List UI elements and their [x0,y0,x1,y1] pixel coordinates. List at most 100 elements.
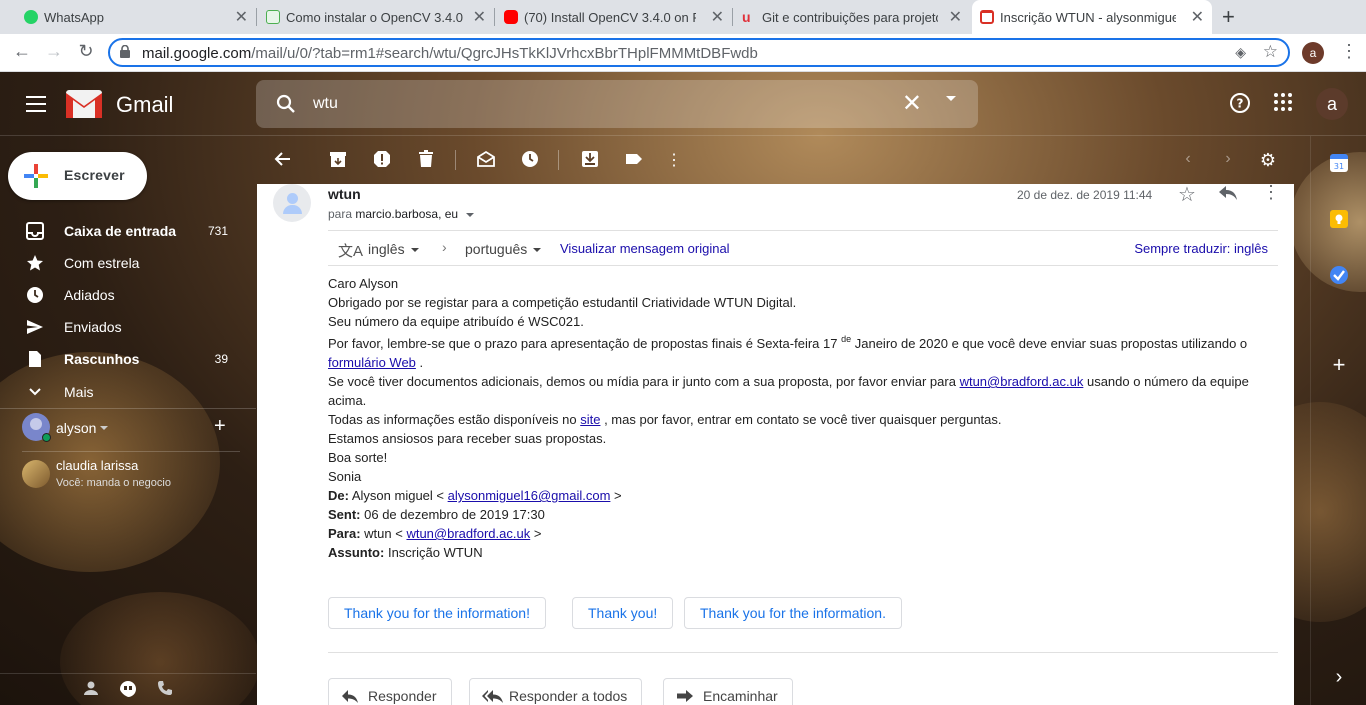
sidebar-item-starred[interactable]: Com estrela [0,247,240,279]
star-icon [27,255,43,271]
target-language-select[interactable]: português [465,241,542,257]
back-to-search-icon[interactable] [273,150,293,173]
star-toggle-icon[interactable]: ☆ [1178,184,1196,207]
close-icon[interactable]: ✕ [473,7,486,27]
field-value: > [533,526,542,541]
sidebar-item-drafts[interactable]: Rascunhos 39 [0,343,240,375]
tab-udemy[interactable]: u Git e contribuições para projeto ✕ [734,0,970,34]
recipient-email-link[interactable]: wtun@bradford.ac.uk [406,526,530,541]
apps-grid-icon[interactable] [1273,92,1293,118]
close-icon[interactable]: ✕ [235,7,248,27]
toolbar-divider [558,150,559,170]
new-conversation-plus-icon[interactable]: + [214,415,226,438]
hangouts-bottom-bar [0,673,256,705]
forward-button[interactable]: Encaminhar [663,678,793,705]
bookmark-star-icon[interactable]: ☆ [1263,42,1278,62]
settings-gear-icon[interactable]: ⚙ [1258,150,1278,171]
reply-icon[interactable] [1218,184,1238,207]
compose-button[interactable]: Escrever [8,152,147,200]
tab-opencv-article[interactable]: Como instalar o OpenCV 3.4.0 c ✕ [258,0,494,34]
recipients[interactable]: para marcio.barbosa, eu [328,207,475,221]
search-bar[interactable]: wtu ✕ [256,80,978,128]
report-spam-icon[interactable] [372,150,392,173]
snooze-clock-icon[interactable] [520,150,540,173]
translate-icon: 文A [338,243,364,260]
reload-icon[interactable]: ↻ [74,41,98,62]
sender-avatar [273,184,311,222]
body-text: Por favor, lembre-se que o prazo para ap… [328,336,838,351]
lock-icon [120,45,130,58]
extension-icon[interactable]: ◈ [1235,44,1246,61]
sidebar-item-sent[interactable]: Enviados [0,311,240,343]
smart-reply-button[interactable]: Thank you for the information! [328,597,546,629]
archive-icon[interactable] [328,150,348,173]
tab-youtube[interactable]: (70) Install OpenCV 3.4.0 on Ras ✕ [496,0,732,34]
help-icon[interactable]: ? [1229,92,1251,120]
address-bar[interactable]: mail.google.com/mail/u/0/?tab=rm1#search… [108,38,1290,67]
inbox-icon [26,222,44,240]
tab-whatsapp[interactable]: WhatsApp ✕ [16,0,256,34]
expand-panel-chevron-icon[interactable]: › [1330,667,1348,687]
browser-menu-icon[interactable]: ⋮ [1340,41,1358,62]
new-tab-button[interactable]: + [1222,4,1235,30]
phone-icon[interactable] [157,680,173,701]
mark-unread-icon[interactable] [476,150,496,173]
sidebar-item-snoozed[interactable]: Adiados [0,279,240,311]
reply-all-button[interactable]: Responder a todos [469,678,643,705]
clear-search-icon[interactable]: ✕ [902,89,922,118]
smart-reply-button[interactable]: Thank you for the information. [684,597,902,629]
smart-reply-button[interactable]: Thank you! [572,597,674,629]
url-text: mail.google.com/mail/u/0/?tab=rm1#search… [142,45,758,62]
search-input[interactable]: wtu [313,95,338,113]
hangouts-chat-icon[interactable] [119,680,137,703]
older-chevron-icon[interactable]: › [1218,150,1238,168]
view-original-link[interactable]: Visualizar mensagem original [560,241,730,256]
main-menu-icon[interactable] [26,96,46,112]
sender-email-link[interactable]: alysonmiguel16@gmail.com [448,488,611,503]
email-link[interactable]: wtun@bradford.ac.uk [960,374,1084,389]
account-avatar[interactable]: a [1316,88,1348,120]
contact-last-message: Você: manda o negocio [56,477,171,489]
add-on-plus-icon[interactable]: + [1330,354,1348,376]
source-language-value: inglês [368,241,405,257]
search-options-icon[interactable] [946,96,956,101]
sender-name[interactable]: wtun [328,186,361,202]
greeting-line: Caro Alyson [328,276,399,291]
site-link[interactable]: site [580,412,600,427]
newer-chevron-icon[interactable]: ‹ [1178,150,1198,168]
person-icon[interactable] [83,680,99,701]
tasks-icon[interactable] [1330,266,1348,284]
back-icon[interactable]: ← [10,41,34,62]
message-more-icon[interactable]: ⋮ [1262,184,1280,203]
keep-icon[interactable] [1330,210,1348,228]
sidebar-item-label: Mais [64,384,94,400]
close-icon[interactable]: ✕ [711,7,724,27]
hangouts-contact[interactable]: claudia larissa Você: manda o negocio [22,458,252,494]
web-form-link[interactable]: formulário Web [328,355,416,370]
browser-profile-avatar[interactable]: a [1302,42,1324,64]
recipients-list: marcio.barbosa, eu [355,207,459,221]
calendar-icon[interactable]: 31 [1330,154,1348,172]
always-translate-link[interactable]: Sempre traduzir: inglês [1134,241,1268,256]
send-icon [27,320,43,334]
body-text: . [419,355,424,370]
tab-gmail-active[interactable]: Inscrição WTUN - alysonmiguel ✕ [972,0,1212,34]
body-line-deadline: Por favor, lembre-se que o prazo para ap… [328,334,1278,372]
source-language-select[interactable]: inglês [368,241,419,257]
more-actions-icon[interactable]: ⋮ [664,150,684,170]
delete-icon[interactable] [416,150,436,173]
reply-button[interactable]: Responder [328,678,452,705]
label-icon[interactable] [624,150,644,173]
show-details-caret-icon[interactable] [466,212,475,217]
sidebar-item-more[interactable]: Mais [0,376,240,408]
close-icon[interactable]: ✕ [949,7,962,27]
move-to-icon[interactable] [580,150,600,173]
hangouts-user[interactable]: alyson + [22,413,252,443]
forward-icon[interactable]: → [42,41,66,62]
online-status-icon [42,433,51,442]
sidebar-item-inbox[interactable]: Caixa de entrada 731 [0,215,240,247]
header-divider [0,135,1366,136]
search-icon[interactable] [276,94,296,114]
close-icon[interactable]: ✕ [1191,7,1204,27]
caret-down-icon [410,248,419,253]
